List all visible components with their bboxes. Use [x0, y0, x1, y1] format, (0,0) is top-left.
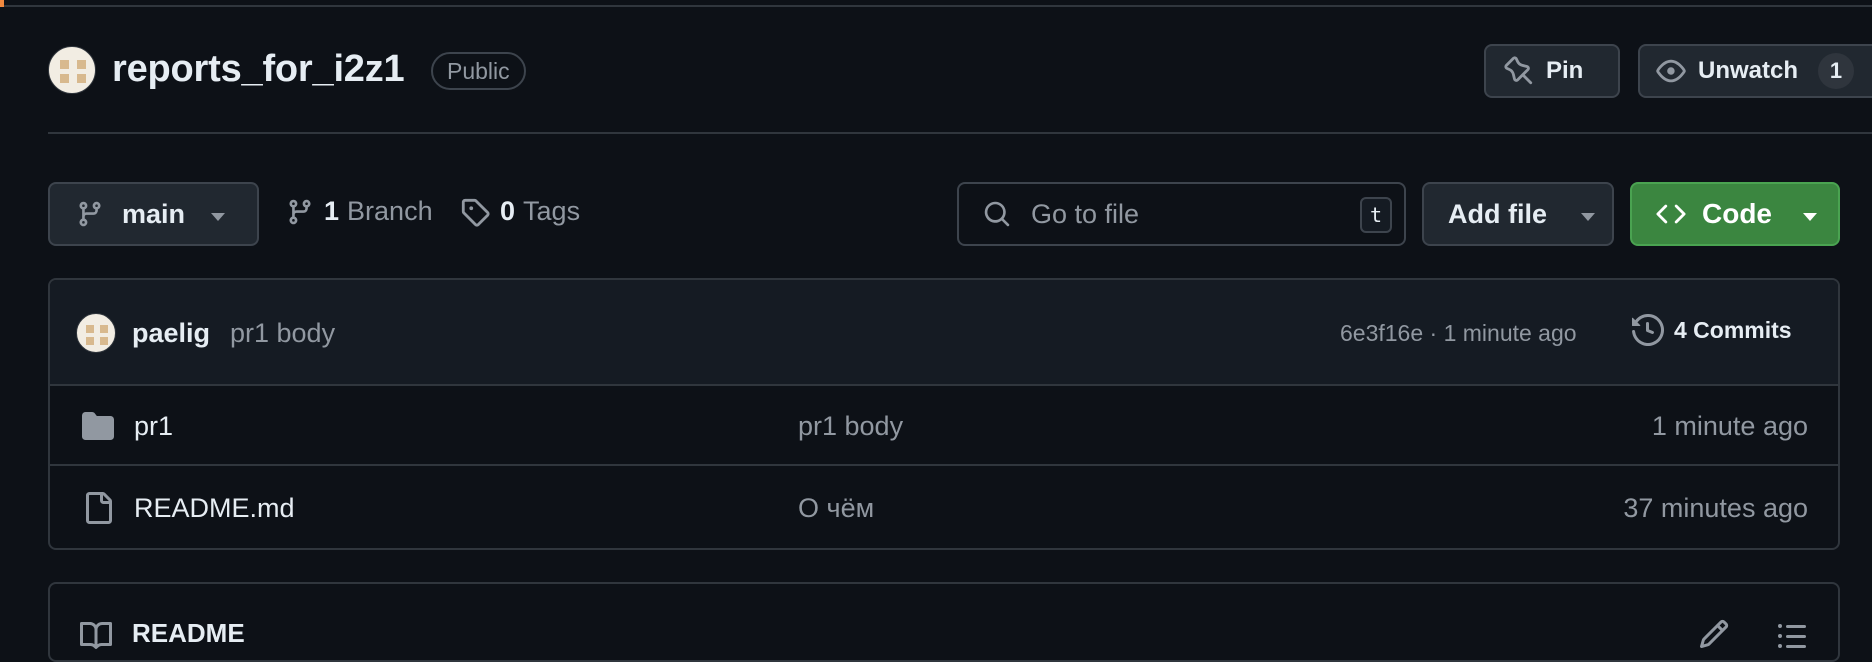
- branch-label: Branch: [347, 196, 433, 226]
- commits-link[interactable]: 4 Commits: [1632, 314, 1792, 346]
- tags-link[interactable]: 0 Tags: [460, 196, 580, 227]
- code-label: Code: [1702, 198, 1772, 229]
- go-to-file-placeholder: Go to file: [1031, 198, 1140, 229]
- pin-icon: [1504, 56, 1533, 85]
- chevron-down-icon: [1803, 213, 1817, 221]
- tag-label: Tags: [523, 196, 581, 226]
- header-divider: [48, 132, 1872, 134]
- tag-icon: [461, 198, 490, 227]
- unwatch-label: Unwatch: [1698, 57, 1799, 84]
- file-commit-message[interactable]: pr1 body: [798, 411, 903, 442]
- shortcut-key: t: [1360, 197, 1392, 233]
- chevron-down-icon: [211, 213, 225, 221]
- repo-title[interactable]: reports_for_i2z1: [112, 48, 405, 91]
- branch-icon: [79, 201, 101, 227]
- tag-count: 0: [500, 196, 516, 226]
- folder-icon: [82, 412, 114, 440]
- branch-count: 1: [324, 196, 340, 226]
- owner-avatar[interactable]: [48, 46, 96, 94]
- history-icon: [1632, 314, 1664, 346]
- pencil-icon[interactable]: [1698, 618, 1730, 650]
- book-icon: [80, 621, 112, 649]
- branch-selector[interactable]: main: [48, 182, 259, 246]
- commits-label: 4 Commits: [1674, 316, 1792, 343]
- branch-name: main: [122, 198, 186, 229]
- visibility-badge: Public: [431, 52, 526, 90]
- branch-icon: [289, 199, 311, 224]
- eye-icon: [1656, 59, 1686, 83]
- add-file-button[interactable]: Add file: [1422, 182, 1614, 246]
- file-commit-message[interactable]: О чём: [798, 493, 874, 524]
- file-row[interactable]: pr1 pr1 body 1 minute ago: [50, 386, 1838, 466]
- chevron-down-icon: [1581, 213, 1595, 221]
- top-border: [0, 0, 1872, 7]
- search-icon: [984, 201, 1010, 227]
- file-browser: paelig pr1 body 6e3f16e · 1 minute ago 4…: [48, 278, 1840, 550]
- pin-button[interactable]: Pin: [1484, 44, 1620, 98]
- file-name[interactable]: pr1: [134, 411, 173, 442]
- file-name[interactable]: README.md: [134, 493, 295, 524]
- commit-author-avatar[interactable]: [76, 313, 116, 353]
- watch-counter: 1: [1818, 53, 1855, 89]
- code-icon: [1656, 204, 1686, 224]
- file-icon: [86, 492, 112, 524]
- readme-panel: README: [48, 582, 1840, 662]
- branches-link[interactable]: 1 Branch: [286, 196, 433, 227]
- pin-label: Pin: [1546, 57, 1584, 84]
- commit-hash-time[interactable]: 6e3f16e · 1 minute ago: [1340, 320, 1577, 347]
- commit-author[interactable]: paelig: [132, 318, 210, 349]
- commit-message[interactable]: pr1 body: [230, 318, 335, 349]
- unwatch-button[interactable]: Unwatch 1: [1638, 44, 1872, 98]
- list-icon[interactable]: [1776, 620, 1808, 652]
- latest-commit-bar: paelig pr1 body 6e3f16e · 1 minute ago 4…: [50, 280, 1838, 386]
- file-age: 37 minutes ago: [1623, 493, 1808, 523]
- top-accent: [0, 0, 4, 7]
- file-row[interactable]: README.md О чём 37 minutes ago: [50, 468, 1838, 548]
- code-button[interactable]: Code: [1630, 182, 1840, 246]
- add-file-label: Add file: [1448, 198, 1547, 229]
- repo-header: reports_for_i2z1 Public Pin Unwatch 1: [48, 44, 1872, 134]
- readme-title[interactable]: README: [132, 618, 245, 649]
- file-age: 1 minute ago: [1651, 411, 1808, 441]
- go-to-file-input[interactable]: Go to file t: [957, 182, 1406, 246]
